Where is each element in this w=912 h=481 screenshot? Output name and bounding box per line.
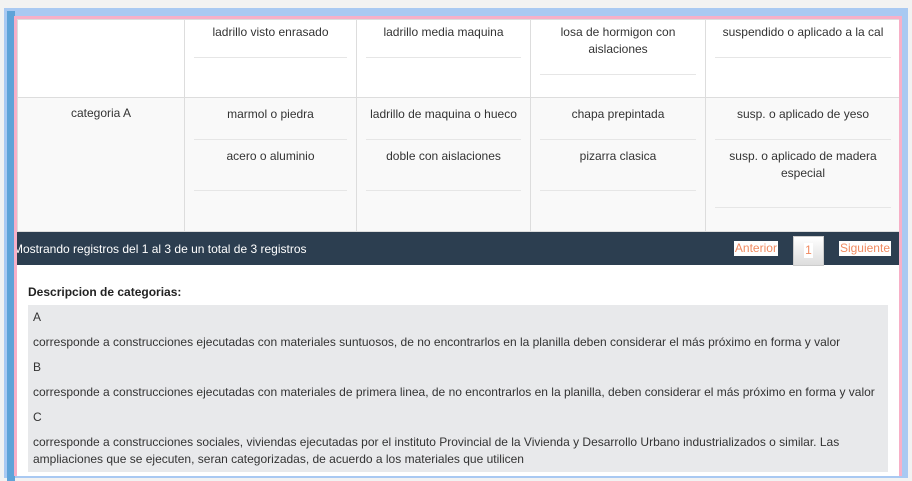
category-label: categoria A bbox=[70, 106, 132, 120]
material-item: chapa prepintada bbox=[540, 98, 696, 140]
material-item: ladrillo de maquina o hueco bbox=[366, 98, 521, 140]
material-item: doble con aislaciones bbox=[366, 140, 521, 191]
category-label: C bbox=[33, 410, 42, 424]
material-item: ladrillo media maquina bbox=[366, 20, 521, 58]
table-footer: Mostrando registros del 1 al 3 de un tot… bbox=[14, 232, 899, 266]
material-item: susp. o aplicado de yeso bbox=[715, 98, 891, 140]
page-1-button[interactable]: 1 bbox=[792, 235, 824, 266]
material-item: susp. o aplicado de madera especial bbox=[715, 140, 891, 208]
category-text: corresponde a construcciones ejecutadas … bbox=[33, 335, 841, 349]
category-label: B bbox=[33, 360, 42, 374]
material-item: suspendido o aplicado a la cal bbox=[715, 20, 891, 58]
material-item: losa de hormigon con aislaciones bbox=[540, 20, 696, 75]
material-item: marmol o piedra bbox=[194, 98, 347, 140]
category-text: corresponde a construcciones ejecutadas … bbox=[33, 385, 875, 399]
category-cell bbox=[17, 19, 185, 98]
category-description: Descripcion de categorias: A corresponde… bbox=[17, 265, 899, 472]
material-item: pizarra clasica bbox=[540, 140, 696, 191]
description-list: A corresponde a construcciones ejecutada… bbox=[28, 305, 888, 472]
pagination: Anterior 1 Siguiente bbox=[733, 232, 891, 266]
description-title: Descripcion de categorias: bbox=[28, 285, 182, 299]
records-info: Mostrando registros del 1 al 3 de un tot… bbox=[14, 241, 307, 256]
table-row: categoria A marmol o piedra acero o alumi… bbox=[17, 97, 899, 232]
next-button[interactable]: Siguiente bbox=[838, 241, 891, 256]
materials-table: ladrillo visto enrasado ladrillo media m… bbox=[17, 19, 899, 232]
material-item: acero o aluminio bbox=[194, 140, 347, 191]
previous-button[interactable]: Anterior bbox=[733, 241, 778, 256]
material-item: ladrillo visto enrasado bbox=[194, 20, 347, 58]
category-cell: categoria A bbox=[17, 97, 185, 232]
category-text: corresponde a construcciones sociales, v… bbox=[33, 435, 840, 466]
category-label: A bbox=[33, 310, 42, 324]
content-panel: ladrillo visto enrasado ladrillo media m… bbox=[14, 16, 902, 476]
table-row: ladrillo visto enrasado ladrillo media m… bbox=[17, 19, 899, 98]
